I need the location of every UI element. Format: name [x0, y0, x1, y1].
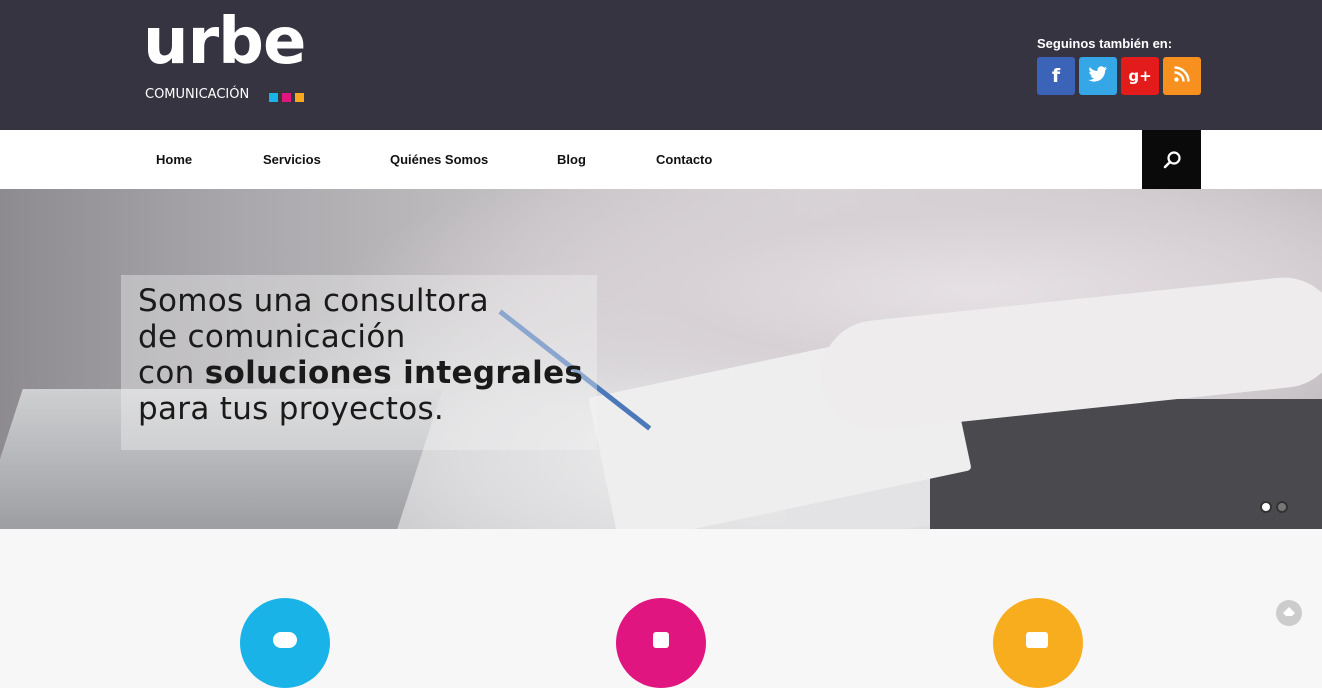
slider-dot-2[interactable] — [1276, 501, 1288, 513]
main-nav: Home Servicios Quiénes Somos Blog Contac… — [0, 130, 1322, 189]
feature-circle-like[interactable] — [616, 598, 706, 688]
twitter-button[interactable] — [1079, 57, 1117, 95]
rss-button[interactable] — [1163, 57, 1201, 95]
chat-icon — [273, 632, 297, 648]
nav-item-servicios[interactable]: Servicios — [263, 152, 321, 167]
nav-item-home[interactable]: Home — [156, 152, 192, 167]
twitter-icon — [1088, 65, 1108, 87]
nav-item-quienes-somos[interactable]: Quiénes Somos — [390, 152, 488, 167]
feedly-float-button[interactable] — [1276, 600, 1302, 626]
feature-circle-video[interactable] — [993, 598, 1083, 688]
facebook-button[interactable]: f — [1037, 57, 1075, 95]
facebook-icon: f — [1051, 65, 1061, 87]
hero-line-3-bold: soluciones integrales — [204, 355, 584, 391]
rss-icon — [1173, 65, 1191, 88]
hero-slider: Somos una consultora de comunicación con… — [0, 189, 1322, 529]
search-icon — [1163, 150, 1181, 168]
nav-item-contacto[interactable]: Contacto — [656, 152, 712, 167]
hero-line-1: Somos una consultora — [138, 283, 489, 319]
logo-square-magenta — [282, 93, 291, 102]
logo-wordmark: urbe — [143, 5, 306, 79]
google-plus-button[interactable]: g+ — [1121, 57, 1159, 95]
feedly-icon — [1283, 607, 1295, 616]
video-camera-icon — [1026, 632, 1048, 648]
site-header: urbe COMUNICACIÓN Seguinos también en: f… — [0, 0, 1322, 130]
hero-line-2: de comunicación — [138, 319, 406, 355]
logo-subtitle: COMUNICACIÓN — [145, 87, 250, 102]
logo[interactable]: urbe COMUNICACIÓN — [143, 10, 313, 106]
follow-label: Seguinos también en: — [1037, 36, 1173, 51]
google-plus-icon: g+ — [1128, 67, 1152, 85]
hero-line-4: para tus proyectos. — [138, 391, 445, 427]
hero-headline: Somos una consultora de comunicación con… — [138, 283, 583, 427]
slider-dot-1[interactable] — [1260, 501, 1272, 513]
logo-square-cyan — [269, 93, 278, 102]
search-button[interactable] — [1142, 130, 1201, 189]
thumbs-up-icon — [653, 632, 669, 648]
logo-square-orange — [295, 93, 304, 102]
hero-line-3: con soluciones integrales — [138, 355, 583, 391]
nav-item-blog[interactable]: Blog — [557, 152, 586, 167]
feature-circle-chat[interactable] — [240, 598, 330, 688]
hero-line-3-prefix: con — [138, 355, 205, 391]
slider-dots — [1260, 501, 1288, 513]
